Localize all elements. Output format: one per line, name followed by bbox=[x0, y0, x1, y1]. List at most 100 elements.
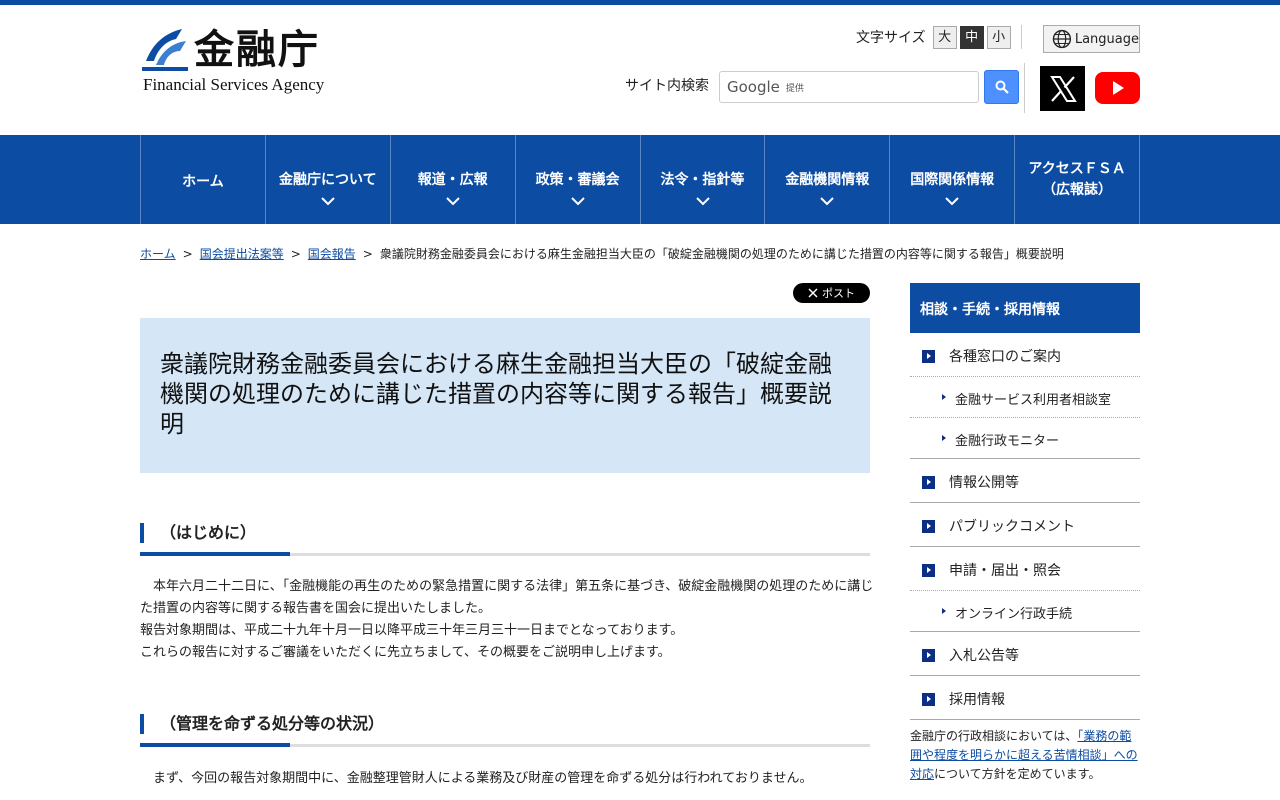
sidebar-subitem-monitor[interactable]: 金融行政モニター bbox=[910, 418, 1140, 459]
header-divider-2 bbox=[1024, 63, 1025, 113]
arrow-square-icon bbox=[922, 693, 935, 706]
logo-title-ja: 金融庁 bbox=[194, 27, 320, 73]
chevron-down-icon bbox=[820, 197, 835, 206]
nav-item-label: 金融機関情報 bbox=[785, 172, 870, 188]
sidebar-item-label: 金融サービス利用者相談室 bbox=[955, 393, 1112, 408]
sidebar-item-applications[interactable]: 申請・届出・照会 bbox=[910, 547, 1140, 591]
language-label: Language bbox=[1074, 31, 1139, 47]
sidebar-item-label: パブリックコメント bbox=[949, 519, 1075, 535]
nav-item-label: 政策・審議会 bbox=[535, 172, 620, 188]
sidebar-item-label: 金融行政モニター bbox=[955, 434, 1060, 449]
nav-item-international[interactable]: 国際関係情報 bbox=[890, 135, 1016, 224]
search-button[interactable] bbox=[984, 70, 1019, 104]
arrow-square-icon bbox=[922, 520, 935, 533]
header-divider bbox=[1021, 25, 1022, 49]
section-body: まず、今回の報告対象期間中に、金融整理管財人による業務及び財産の管理を命ずる処分… bbox=[140, 768, 875, 790]
google-logo-text: Google bbox=[727, 78, 780, 96]
arrow-right-icon bbox=[942, 435, 946, 441]
sidebar-item-recruitment[interactable]: 採用情報 bbox=[910, 676, 1140, 720]
sidebar-item-label: 入札公告等 bbox=[949, 648, 1019, 664]
nav-item-about[interactable]: 金融庁について bbox=[266, 135, 391, 224]
nav-item-label: 国際関係情報 bbox=[910, 172, 995, 188]
google-provided-text: 提供 bbox=[785, 83, 804, 94]
heading-underline bbox=[290, 553, 870, 556]
section-heading: （管理を命ずる処分等の状況） bbox=[140, 714, 870, 748]
breadcrumb-link-home[interactable]: ホーム bbox=[140, 247, 176, 261]
font-size-large-button[interactable]: 大 bbox=[932, 25, 957, 49]
sidebar-item-label: 採用情報 bbox=[949, 692, 1005, 708]
heading-bar bbox=[140, 523, 144, 543]
breadcrumb-separator: > bbox=[362, 247, 373, 261]
arrow-square-icon bbox=[922, 350, 935, 363]
nav-item-institutions[interactable]: 金融機関情報 bbox=[765, 135, 891, 224]
site-header: 金融庁 Financial Services Agency 文字サイズ 大 中 … bbox=[0, 5, 1280, 135]
nav-item-policy[interactable]: 政策・審議会 bbox=[516, 135, 641, 224]
site-search-label: サイト内検索 bbox=[625, 78, 709, 94]
paragraph: まず、今回の報告対象期間中に、金融整理管財人による業務及び財産の管理を命ずる処分… bbox=[140, 771, 813, 786]
sidebar-item-bidding[interactable]: 入札公告等 bbox=[910, 632, 1140, 676]
breadcrumb-separator: > bbox=[290, 247, 301, 261]
arrow-right-icon bbox=[942, 394, 946, 400]
nav-item-access-fsa[interactable]: アクセスＦＳＡ （広報誌） bbox=[1015, 135, 1140, 224]
sidebar-item-label: 申請・届出・照会 bbox=[949, 563, 1061, 579]
site-search-input[interactable]: Google 提供 bbox=[719, 71, 979, 103]
breadcrumb: ホーム > 国会提出法案等 > 国会報告 > 衆議院財務金融委員会における麻生金融担当大臣の… bbox=[140, 245, 1064, 262]
page-title: 衆議院財務金融委員会における麻生金融担当大臣の「破綻金融機関の処理のために講じた… bbox=[160, 350, 832, 438]
sidebar-note-prefix: 金融庁の行政相談においては、 bbox=[910, 729, 1078, 743]
chevron-down-icon bbox=[321, 197, 335, 206]
sidebar-item-label: 各種窓口のご案内 bbox=[949, 349, 1061, 365]
sidebar-title: 相談・手続・採用情報 bbox=[910, 283, 1140, 333]
sidebar-item-disclosure[interactable]: 情報公開等 bbox=[910, 459, 1140, 503]
youtube-play-icon bbox=[1112, 81, 1124, 95]
section-body: 本年六月二十二日に、「金融機能の再生のための緊急措置に関する法律」第五条に基づき… bbox=[140, 576, 875, 664]
x-post-label: ポスト bbox=[822, 287, 855, 300]
chevron-down-icon bbox=[446, 197, 460, 206]
font-size-medium-button[interactable]: 中 bbox=[959, 25, 984, 49]
heading-bar bbox=[140, 714, 144, 734]
nav-item-home[interactable]: ホーム bbox=[141, 135, 266, 224]
nav-item-press[interactable]: 報道・広報 bbox=[391, 135, 516, 224]
page-title-box: 衆議院財務金融委員会における麻生金融担当大臣の「破綻金融機関の処理のために講じた… bbox=[140, 318, 870, 473]
global-nav: ホーム 金融庁について 報道・広報 政策・審議会 法令・指針等 金融機関情報 国… bbox=[0, 135, 1280, 224]
heading-underline-accent bbox=[140, 743, 290, 747]
chevron-down-icon bbox=[945, 197, 959, 206]
chevron-down-icon bbox=[570, 197, 585, 206]
nav-item-laws[interactable]: 法令・指針等 bbox=[641, 135, 766, 224]
sidebar-item-public-comment[interactable]: パブリックコメント bbox=[910, 503, 1140, 547]
nav-item-label: アクセスＦＳＡ bbox=[1028, 161, 1126, 177]
globe-icon bbox=[1052, 29, 1072, 49]
sidebar-subitem-online[interactable]: オンライン行政手続 bbox=[910, 591, 1140, 632]
fsa-emblem-icon bbox=[142, 29, 188, 71]
font-size-label: 文字サイズ bbox=[856, 30, 926, 46]
sidebar-note: 金融庁の行政相談においては、「業務の範囲や程度を明らかに超える苦情相談」への対応… bbox=[910, 727, 1140, 784]
x-social-link[interactable] bbox=[1040, 66, 1085, 111]
x-post-button[interactable]: ポスト bbox=[793, 283, 870, 303]
breadcrumb-link-reports[interactable]: 国会報告 bbox=[308, 247, 356, 261]
search-icon bbox=[995, 80, 1009, 94]
arrow-right-icon bbox=[942, 608, 946, 614]
heading-underline bbox=[290, 744, 870, 747]
youtube-social-link[interactable] bbox=[1095, 72, 1140, 104]
chevron-down-icon bbox=[695, 197, 710, 206]
x-logo-icon bbox=[1049, 75, 1077, 102]
sidebar-item-contact[interactable]: 各種窓口のご案内 bbox=[910, 333, 1140, 377]
sidebar-item-label: 情報公開等 bbox=[949, 475, 1019, 491]
font-size-small-button[interactable]: 小 bbox=[986, 25, 1011, 49]
nav-item-label: 報道・広報 bbox=[417, 172, 488, 188]
sidebar-subitem-consultation[interactable]: 金融サービス利用者相談室 bbox=[910, 377, 1140, 418]
font-size-switcher: 文字サイズ 大 中 小 bbox=[856, 25, 1011, 49]
arrow-square-icon bbox=[922, 649, 935, 662]
sidebar-item-label: オンライン行政手続 bbox=[955, 607, 1073, 622]
paragraph: 本年六月二十二日に、「金融機能の再生のための緊急措置に関する法律」第五条に基づき… bbox=[140, 579, 874, 616]
heading-underline-accent bbox=[140, 552, 290, 556]
fsa-logo[interactable]: 金融庁 Financial Services Agency bbox=[142, 25, 342, 97]
breadcrumb-link-bills[interactable]: 国会提出法案等 bbox=[200, 247, 284, 261]
language-button[interactable]: Language bbox=[1043, 25, 1140, 53]
section-heading-text: （管理を命ずる処分等の状況） bbox=[160, 714, 385, 733]
x-logo-icon bbox=[808, 288, 818, 298]
paragraph: これらの報告に対するご審議をいただくに先立ちまして、その概要をご説明申し上げます… bbox=[140, 645, 671, 660]
nav-item-label: 金融庁について bbox=[279, 172, 377, 188]
breadcrumb-separator: > bbox=[182, 247, 193, 261]
sidebar-note-suffix: について方針を定めています。 bbox=[934, 767, 1101, 781]
nav-item-label: ホーム bbox=[182, 174, 224, 190]
